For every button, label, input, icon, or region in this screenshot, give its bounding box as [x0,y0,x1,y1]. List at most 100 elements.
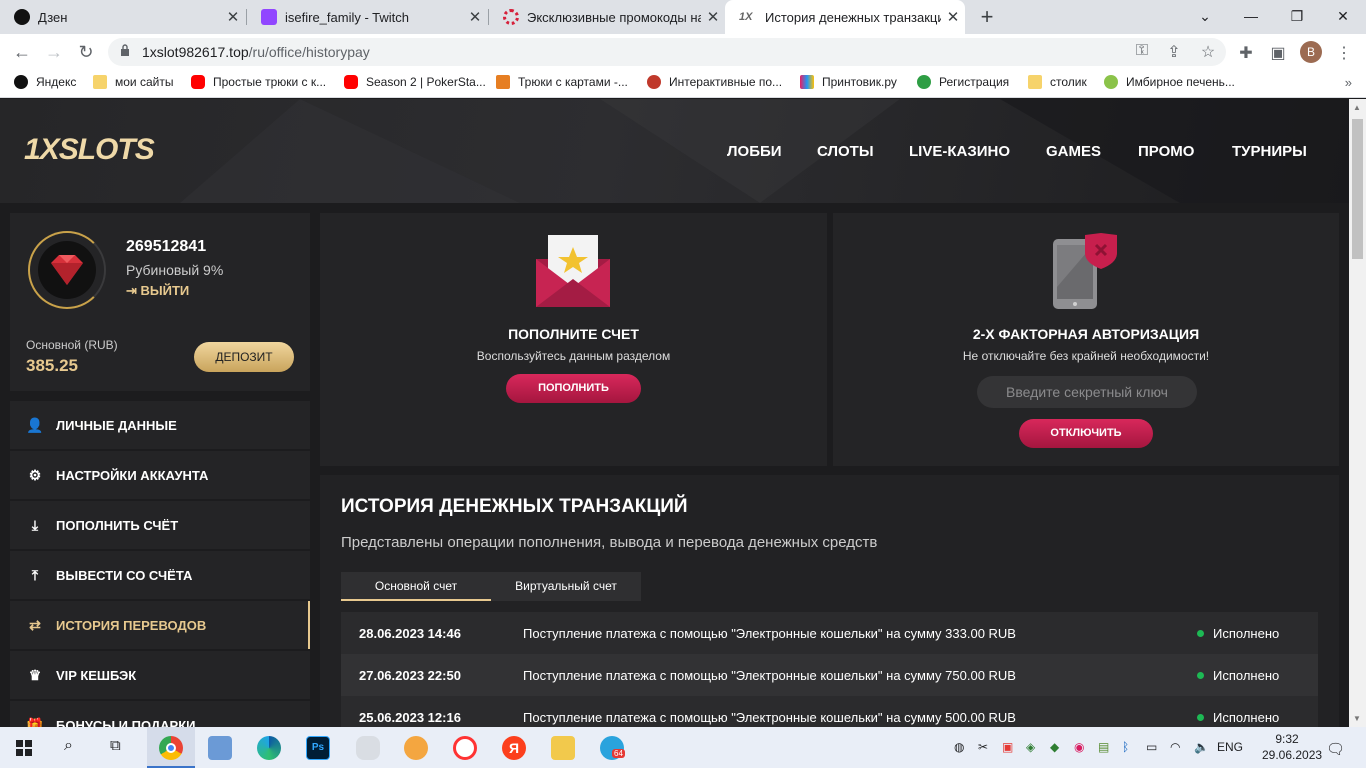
scroll-thumb[interactable] [1352,119,1363,259]
search-icon[interactable]: ⌕ [64,737,73,755]
forward-icon[interactable]: → [44,42,64,62]
bookmark-card-tricks[interactable]: Трюки с картами -... [496,75,628,89]
share-icon[interactable]: ⇪ [1164,42,1184,62]
sidebar-item-withdraw[interactable]: ⤒ ВЫВЕСТИ СО СЧЁТА [10,551,310,599]
bookmark-gingerbread[interactable]: Имбирное печень... [1104,75,1235,89]
yandex-browser-icon[interactable] [453,736,477,760]
transfer-arrows-icon: ⇄ [29,616,41,633]
extensions-icon[interactable]: ✚ [1236,43,1256,63]
menu-promo[interactable]: ПРОМО [1138,143,1194,160]
maximize-button[interactable]: ❐ [1274,0,1320,34]
notifications-icon[interactable]: 🗨 [1326,740,1345,758]
menu-games[interactable]: GAMES [1046,143,1101,160]
bookmarks-overflow-icon[interactable]: » [1345,75,1352,90]
secret-key-input[interactable]: Введите секретный ключ [977,376,1197,408]
tab-twitch[interactable]: isefire_family - Twitch ✕ [247,0,487,34]
chrome-taskbar-button[interactable] [147,727,195,768]
tab-search-icon[interactable]: ⌄ [1182,0,1228,34]
close-tab-icon[interactable]: ✕ [221,8,245,26]
side-panel-icon[interactable]: ▣ [1268,43,1288,63]
page-scrollbar[interactable]: ▲ ▼ [1349,99,1366,727]
yandex-icon[interactable]: Я [502,736,526,760]
eye-app-icon[interactable] [404,736,428,760]
reload-icon[interactable]: ↻ [76,42,96,62]
bookmark-youtube-1[interactable]: Простые трюки с к... [191,75,326,89]
bookmark-label: Интерактивные по... [669,75,783,89]
menu-lobby[interactable]: ЛОББИ [727,143,782,160]
tray-network-app-icon[interactable]: ◍ [954,740,964,754]
user-id: 269512841 [126,238,207,255]
wifi-icon[interactable]: ◠ [1170,740,1180,754]
sidebar-item-label: ПОПОЛНИТЬ СЧЁТ [56,517,179,533]
new-tab-button[interactable]: + [976,4,998,30]
bookmark-interactive[interactable]: Интерактивные по... [647,75,782,89]
tab-zen[interactable]: Дзен ✕ [0,0,245,34]
minimize-button[interactable]: — [1228,0,1274,34]
bookmark-label: Трюки с картами -... [518,75,628,89]
battery-icon[interactable]: ▭ [1146,740,1157,754]
deposit-button[interactable]: ДЕПОЗИТ [194,342,294,372]
tab-main-account[interactable]: Основной счет [341,572,491,601]
sidebar-item-bonuses[interactable]: 🎁 БОНУСЫ И ПОДАРКИ [10,701,310,727]
menu-kebab-icon[interactable]: ⋮ [1334,43,1354,63]
bookmark-folder-table[interactable]: столик [1028,75,1087,89]
tab-history[interactable]: 1X История денежных транзакций ✕ [725,0,965,34]
back-icon[interactable]: ← [12,42,32,62]
tray-app-icon[interactable]: ▣ [1002,740,1013,754]
tray-tools-icon[interactable]: ✂ [978,740,988,754]
profile-avatar[interactable]: B [1300,41,1322,63]
bookmark-register[interactable]: Регистрация [917,75,1009,89]
bluetooth-icon[interactable]: ᛒ [1122,740,1129,754]
sidebar-item-account-settings[interactable]: ⚙ НАСТРОЙКИ АККАУНТА [10,451,310,499]
disable-2fa-button[interactable]: ОТКЛЮЧИТЬ [1019,419,1153,448]
sidebar-item-personal-data[interactable]: 👤 ЛИЧНЫЕ ДАННЫЕ [10,401,310,449]
close-window-button[interactable]: ✕ [1320,0,1366,34]
bookmark-folder-mysites[interactable]: мои сайты [93,75,173,89]
tray-app3-icon[interactable]: ▤ [1098,740,1109,754]
menu-tournaments[interactable]: ТУРНИРЫ [1232,143,1307,160]
scroll-down-icon[interactable]: ▼ [1353,714,1361,723]
close-tab-icon[interactable]: ✕ [463,8,487,26]
tray-opera-icon[interactable]: ◉ [1074,740,1084,754]
address-bar[interactable]: 1xslot982617.top/ru/office/historypay ⚿ … [108,38,1226,66]
bookmark-yandex[interactable]: Яндекс [14,75,76,89]
gears-icon: ⚙ [28,466,42,483]
calculator-icon[interactable] [208,736,232,760]
language-indicator[interactable]: ENG [1217,740,1243,754]
bookmark-youtube-2[interactable]: Season 2 | PokerSta... [344,75,486,89]
telegram-icon[interactable]: 64 [600,736,625,760]
edge-icon[interactable] [257,736,281,760]
bookmark-star-icon[interactable]: ☆ [1198,42,1218,62]
tray-nvidia-icon[interactable]: ◈ [1026,740,1035,754]
tray-app2-icon[interactable]: ◆ [1050,740,1059,754]
sidebar-item-transfer-history[interactable]: ⇄ ИСТОРИЯ ПЕРЕВОДОВ [10,601,310,649]
tab-promo[interactable]: Эксклюзивные промокоды на ф ✕ [489,0,725,34]
tab-virtual-account[interactable]: Виртуальный счет [491,572,641,601]
scroll-up-icon[interactable]: ▲ [1353,103,1361,112]
logout-link[interactable]: ⇥ ВЫЙТИ [126,283,189,299]
file-explorer-icon[interactable] [551,736,575,760]
mouse-app-icon[interactable] [356,736,380,760]
key-icon[interactable]: ⚿ [1132,42,1152,60]
bookmark-label: мои сайты [115,75,174,89]
clock[interactable]: 9:32 29.06.2023 [1262,731,1322,763]
tab-title: isefire_family - Twitch [285,9,410,25]
history-title: ИСТОРИЯ ДЕНЕЖНЫХ ТРАНЗАКЦИЙ [341,496,688,517]
menu-slots[interactable]: СЛОТЫ [817,143,874,160]
close-tab-icon[interactable]: ✕ [941,8,965,26]
task-view-icon[interactable]: ⧉ [110,737,121,754]
site-header: 1XSLOTS ЛОББИ СЛОТЫ LIVE-КАЗИНО GAMES ПР… [0,99,1349,203]
top-up-button[interactable]: ПОПОЛНИТЬ [506,374,641,403]
windows-start-icon[interactable] [16,740,32,756]
chrome-icon [159,736,183,760]
volume-icon[interactable]: 🔈 [1194,740,1209,754]
bookmark-printovik[interactable]: Принтовик.ру [800,75,897,89]
site-logo[interactable]: 1XSLOTS [24,133,155,167]
crown-icon: ♛ [28,666,42,683]
photoshop-icon[interactable]: Ps [306,736,330,760]
menu-live-casino[interactable]: LIVE-КАЗИНО [909,143,1010,160]
sidebar-item-label: БОНУСЫ И ПОДАРКИ [56,717,196,728]
sidebar-item-deposit[interactable]: ⤓ ПОПОЛНИТЬ СЧЁТ [10,501,310,549]
close-tab-icon[interactable]: ✕ [701,8,725,26]
sidebar-item-vip-cashback[interactable]: ♛ VIP КЕШБЭК [10,651,310,699]
